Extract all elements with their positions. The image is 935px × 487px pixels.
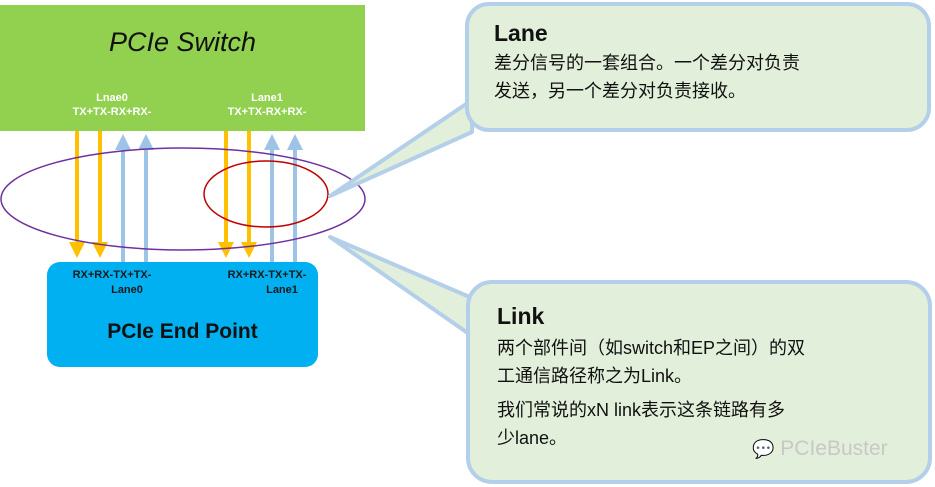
- link-callout-line: 两个部件间（如switch和EP之间）的双: [497, 338, 806, 358]
- lane-callout: Lane 差分信号的一套组合。一个差分对负责 发送，另一个差分对负责接收。: [494, 20, 800, 105]
- lane-ring: [203, 160, 329, 228]
- wechat-icon: 💬: [752, 439, 775, 459]
- watermark: 💬 PCIeBuster: [752, 437, 888, 461]
- link-callout-line: 工通信路径称之为Link。: [497, 366, 693, 386]
- endpoint-title: PCIe End Point: [107, 320, 258, 343]
- lane-name: Lnae0: [96, 92, 128, 104]
- lane-pins: RX+RX-TX+TX-: [227, 269, 307, 281]
- ep-lane1-label: RX+RX-TX+TX- Lane1: [207, 268, 327, 298]
- lane-callout-line: 发送，另一个差分对负责接收。: [494, 81, 746, 101]
- lane-name: Lane1: [266, 284, 298, 296]
- link-callout-title: Link: [497, 303, 545, 329]
- switch-title: PCIe Switch: [108, 27, 257, 57]
- lane-callout-line: 差分信号的一套组合。一个差分对负责: [494, 53, 800, 73]
- ep-lane0-label: RX+RX-TX+TX- Lane0: [52, 268, 172, 298]
- link-callout-tail: [328, 235, 474, 338]
- lane-callout-title: Lane: [494, 20, 548, 46]
- link-callout: Link 两个部件间（如switch和EP之间）的双 工通信路径称之为Link。…: [497, 303, 805, 452]
- switch-lane1-label: Lane1 TX+TX-RX+RX-: [207, 91, 327, 119]
- watermark-text: PCIeBuster: [780, 437, 888, 460]
- lane-pins: TX+TX-RX+RX-: [72, 106, 152, 118]
- lane-name: Lane0: [111, 284, 143, 296]
- switch-lane0-label: Lnae0 TX+TX-RX+RX-: [52, 91, 172, 119]
- lane-name: Lane1: [251, 92, 283, 104]
- lane-pins: RX+RX-TX+TX-: [72, 269, 152, 281]
- link-ring: [0, 147, 366, 251]
- link-callout-line: 我们常说的xN link表示这条链路有多: [497, 400, 786, 420]
- lane-pins: TX+TX-RX+RX-: [227, 106, 307, 118]
